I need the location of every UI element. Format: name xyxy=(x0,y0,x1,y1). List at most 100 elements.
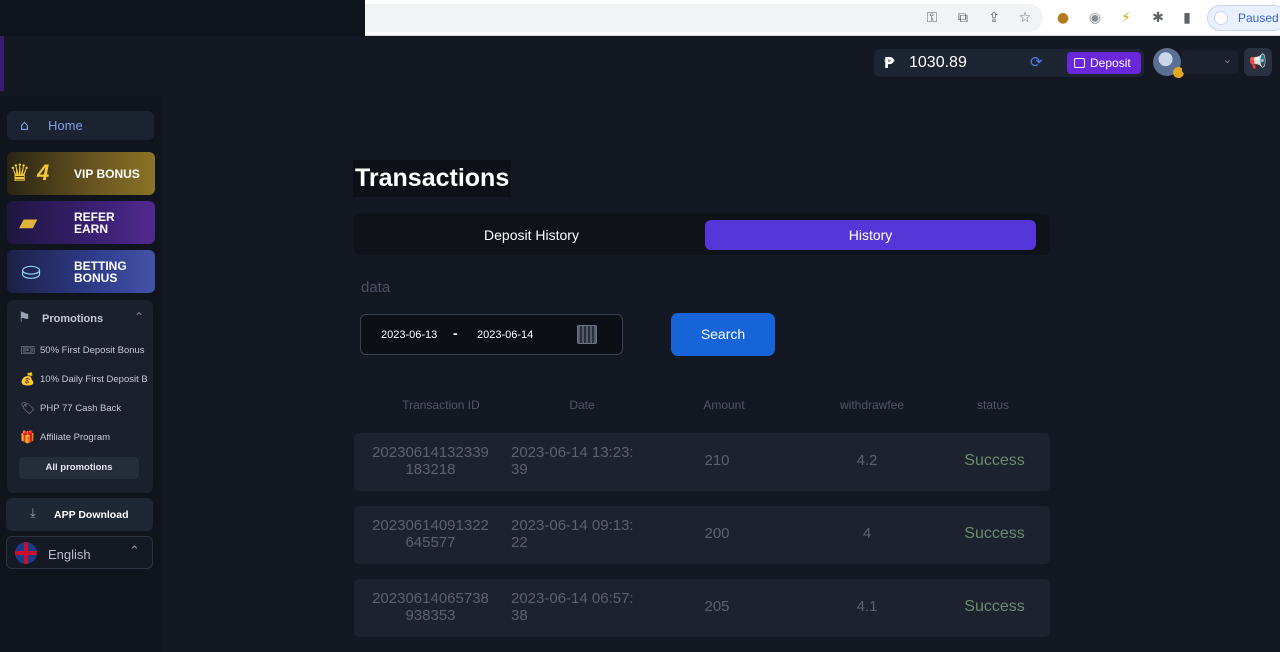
tag-icon: 🏷 xyxy=(20,401,36,415)
chevron-up-icon: ⌃ xyxy=(134,310,145,324)
amount-cell: 205 xyxy=(704,598,730,615)
transaction-id-cell: 20230614132339 183218 xyxy=(368,444,493,478)
promo-item-affiliate[interactable]: 🎁 Affiliate Program xyxy=(7,427,153,449)
vip-bonus-card[interactable]: ♛ 4 VIP BONUS xyxy=(7,152,155,195)
bookmark-star-icon[interactable]: ☆ xyxy=(1016,9,1034,27)
flag-icon: ⚑ xyxy=(18,310,31,326)
treasure-pot-icon: ⛀ xyxy=(21,257,42,285)
promo-item-label: 50% First Deposit Bonus xyxy=(40,345,145,356)
promotions-panel: ⚑ Promotions ⌃ 🎟 50% First Deposit Bonus… xyxy=(7,300,153,493)
transaction-id-line2: 183218 xyxy=(405,461,456,478)
status-cell: Success xyxy=(964,598,1025,615)
transaction-id-cell: 20230614065738 938353 xyxy=(368,590,493,624)
address-bar[interactable] xyxy=(365,4,1043,32)
user-avatar[interactable] xyxy=(1153,48,1184,78)
promotions-label: Promotions xyxy=(42,313,104,325)
promo-item-first-deposit[interactable]: 🎟 50% First Deposit Bonus xyxy=(7,340,153,362)
extension-icon[interactable]: ⚡ xyxy=(1117,9,1135,27)
date-cell: 2023-06-14 09:13: 22 xyxy=(511,517,637,551)
date-line2: 22 xyxy=(511,534,528,551)
extension-icon[interactable]: ● xyxy=(1054,9,1072,27)
date-cell: 2023-06-14 13:23: 39 xyxy=(511,444,637,478)
filter-label: data xyxy=(361,279,391,296)
balance-bar: ₱ 1030.89 ⟳ Deposit xyxy=(874,49,1144,77)
calendar-icon[interactable] xyxy=(577,325,597,344)
withdrawfee-cell: 4.1 xyxy=(856,598,878,615)
home-icon: ⌂ xyxy=(20,118,29,134)
app-download-label: APP Download xyxy=(54,509,129,521)
history-tabs: Deposit History History xyxy=(354,214,1050,255)
app-download-button[interactable]: ⤓ APP Download xyxy=(6,498,153,531)
date-range-picker[interactable]: 2023-06-13 - 2023-06-14 xyxy=(360,314,623,355)
language-selector[interactable]: English ⌃ xyxy=(6,536,153,569)
browser-toolbar: ⚿ ⧉ ⇪ ☆ ● ◉ ⚡ ✱ ▮ Paused xyxy=(365,0,1280,36)
left-edge-stripe xyxy=(0,36,4,91)
withdrawfee-cell: 4.2 xyxy=(856,452,878,469)
column-header-date: Date xyxy=(569,398,595,412)
column-header-withdrawfee: withdrawfee xyxy=(839,398,905,412)
gold-bars-icon: ▰ xyxy=(19,208,38,236)
currency-symbol: ₱ xyxy=(884,54,895,72)
betting-bonus-card[interactable]: ⛀ BETTING BONUS xyxy=(7,250,155,293)
end-date[interactable]: 2023-06-14 xyxy=(477,329,533,341)
transaction-id-line1: 20230614065738 xyxy=(372,590,489,607)
download-icon: ⤓ xyxy=(30,506,36,521)
promo-item-cash-back[interactable]: 🏷 PHP 77 Cash Back xyxy=(7,398,153,420)
transaction-id-line2: 645577 xyxy=(405,534,456,551)
all-promotions-button[interactable]: All promotions xyxy=(19,457,139,479)
table-row[interactable]: 20230614132339 183218 2023-06-14 13:23: 39… xyxy=(354,433,1050,491)
promo-item-daily-deposit[interactable]: 💰 10% Daily First Deposit B xyxy=(7,369,153,391)
promo-item-label: 10% Daily First Deposit B xyxy=(40,374,148,385)
share-icon[interactable]: ⇪ xyxy=(985,9,1003,27)
tab-history[interactable]: History xyxy=(705,220,1036,250)
status-cell: Success xyxy=(964,452,1025,469)
column-header-amount: Amount xyxy=(703,398,745,412)
refer-earn-card[interactable]: ▰ REFER EARN xyxy=(7,201,155,244)
wallet-icon xyxy=(1074,58,1085,68)
uk-flag-icon xyxy=(15,542,37,564)
date-line2: 38 xyxy=(511,607,528,624)
amount-cell: 200 xyxy=(704,525,730,542)
table-row[interactable]: 20230614065738 938353 2023-06-14 06:57: 38… xyxy=(354,579,1050,637)
paused-label: Paused xyxy=(1238,11,1279,25)
crown-icon: ♛ xyxy=(9,159,31,187)
profile-avatar-icon xyxy=(1214,11,1228,25)
date-separator: - xyxy=(453,325,458,341)
extension-icon[interactable]: ◉ xyxy=(1086,9,1104,27)
bonus-label: BONUS xyxy=(74,271,118,285)
search-button[interactable]: Search xyxy=(671,313,775,356)
sidebar-icon[interactable]: ▮ xyxy=(1178,9,1196,27)
date-line1: 2023-06-14 09:13: xyxy=(511,517,634,534)
chevron-down-icon: ⌄ xyxy=(1222,53,1232,66)
user-menu-dropdown[interactable]: ⌄ xyxy=(1182,50,1238,74)
promotions-header[interactable]: ⚑ Promotions ⌃ xyxy=(7,300,153,336)
open-in-new-icon[interactable]: ⧉ xyxy=(954,9,972,27)
vip-level: 4 xyxy=(37,160,50,185)
gift-icon: 🎁 xyxy=(20,430,35,444)
deposit-label: Deposit xyxy=(1090,56,1131,70)
date-line1: 2023-06-14 06:57: xyxy=(511,590,634,607)
profile-paused-button[interactable]: Paused xyxy=(1207,5,1280,31)
vip-bonus-label: VIP BONUS xyxy=(74,167,140,181)
announcement-button[interactable]: 📢 xyxy=(1244,48,1272,76)
chevron-up-icon: ⌃ xyxy=(129,544,140,559)
browser-left-region xyxy=(0,0,365,91)
key-icon[interactable]: ⚿ xyxy=(923,9,941,27)
withdrawfee-cell: 4 xyxy=(862,525,872,542)
date-line1: 2023-06-14 13:23: xyxy=(511,444,634,461)
sidebar-item-home[interactable]: ⌂ Home xyxy=(7,111,154,140)
sidebar-item-label: Home xyxy=(48,118,83,133)
promo-item-label: PHP 77 Cash Back xyxy=(40,403,122,414)
puzzle-icon[interactable]: ✱ xyxy=(1149,9,1167,27)
column-header-status: status xyxy=(976,398,1009,412)
deposit-button[interactable]: Deposit xyxy=(1067,52,1141,74)
start-date[interactable]: 2023-06-13 xyxy=(381,329,437,341)
balance-amount: 1030.89 xyxy=(909,54,967,71)
megaphone-icon: 📢 xyxy=(1249,54,1267,70)
refresh-icon[interactable]: ⟳ xyxy=(1030,53,1043,71)
money-bag-icon: 💰 xyxy=(20,372,35,386)
transaction-id-line1: 20230614132339 xyxy=(372,444,489,461)
transaction-id-cell: 20230614091322 645577 xyxy=(368,517,493,551)
table-row[interactable]: 20230614091322 645577 2023-06-14 09:13: 22… xyxy=(354,506,1050,564)
tab-deposit-history[interactable]: Deposit History xyxy=(366,220,697,250)
